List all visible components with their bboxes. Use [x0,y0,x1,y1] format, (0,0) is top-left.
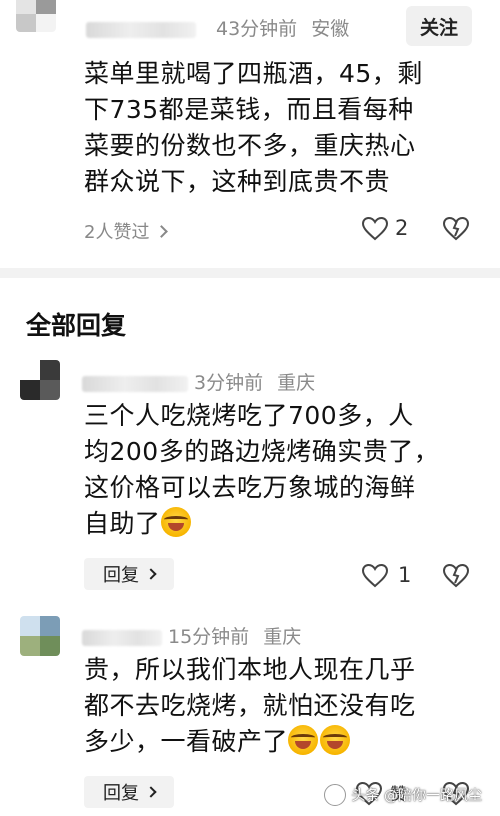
reply-line: 三个人吃烧烤吃了700多，人 [84,401,414,430]
reply-line: 多少，一看破产了 [84,724,416,760]
username-blurred[interactable] [82,629,162,646]
follow-button[interactable]: 关注 [406,6,472,46]
reply-line: 这价格可以去吃万象城的海鲜 [84,473,416,502]
reply-time: 3分钟前 [194,372,264,394]
laughing-crying-emoji-icon [288,725,319,755]
reply-line: 都不去吃烧烤，就怕还没有吃 [84,691,416,720]
reply-body: 三个人吃烧烤吃了700多，人 均200多的路边烧烤确实贵了， 这价格可以去吃万象… [84,398,439,542]
heart-icon[interactable] [362,564,388,588]
reply-button-label: 回复 [103,565,139,586]
like-count: 2 [395,216,409,240]
avatar[interactable] [20,616,60,656]
laughing-crying-emoji-icon [320,725,351,755]
reply-button[interactable]: 回复 [84,776,174,808]
reply-line: 贵，所以我们本地人现在几乎 [84,655,416,684]
reply-time: 15分钟前 [168,626,250,648]
section-title: 全部回复 [26,311,127,340]
comment-body: 菜单里就喝了四瓶酒，45，剩 下735都是菜钱，而且看每种 菜要的份数也不多，重… [84,56,423,200]
comment-time: 43分钟前 [216,18,298,40]
comment-line: 群众说下，这种到底贵不贵 [84,167,391,196]
likers-text: 2人赞过 [84,222,150,243]
dislike-icon[interactable] [443,217,469,241]
watermark-text: 头条 @陪你一路风尘 [351,788,482,804]
dislike-icon[interactable] [443,564,469,588]
reply-line: 均200多的路边烧烤确实贵了， [84,437,440,466]
chevron-right-icon [145,568,157,580]
section-divider [0,268,500,278]
reply-location: 重庆 [277,372,316,394]
chevron-right-icon [145,786,157,798]
reply-meta: 3分钟前 重庆 [82,368,315,395]
avatar[interactable] [20,360,60,400]
username-blurred[interactable] [82,375,188,392]
reply-body: 贵，所以我们本地人现在几乎 都不去吃烧烤，就怕还没有吃 多少，一看破产了 [84,652,416,760]
watermark: 头条 @陪你一路风尘 [323,784,482,806]
reply-button-label: 回复 [103,783,139,804]
likers-link[interactable]: 2人赞过 [84,218,169,244]
laughing-crying-emoji-icon [160,507,191,537]
reply-line-text: 多少，一看破产了 [84,727,289,756]
like-count: 1 [398,563,412,587]
reply-meta: 15分钟前 重庆 [82,622,301,649]
avatar[interactable] [16,0,56,32]
reply-line-text: 自助了 [84,509,161,538]
watermark-logo-icon [323,784,346,806]
comment-location: 安徽 [311,18,350,40]
reply-location: 重庆 [263,626,302,648]
reply-button[interactable]: 回复 [84,558,174,590]
reply-line: 自助了 [84,506,439,542]
comment-meta: 43分钟前 安徽 [86,14,349,41]
comment-line: 下735都是菜钱，而且看每种 [84,95,414,124]
heart-icon[interactable] [362,217,388,241]
username-blurred[interactable] [86,21,196,38]
comment-line: 菜要的份数也不多，重庆热心 [84,131,416,160]
chevron-right-icon [155,224,169,238]
comment-line: 菜单里就喝了四瓶酒，45，剩 [84,59,423,88]
